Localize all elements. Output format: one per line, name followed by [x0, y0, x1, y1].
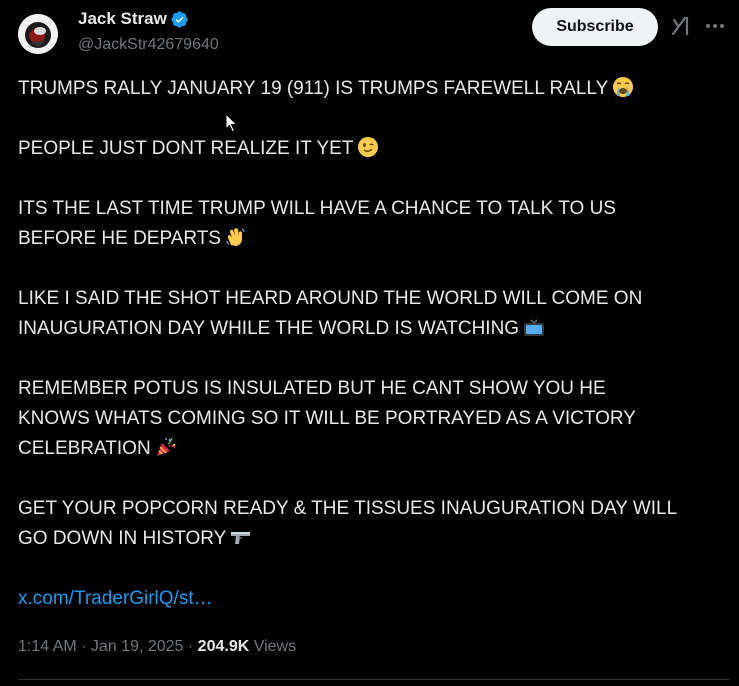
tweet-line: REMEMBER POTUS IS INSULATED BUT HE CANT … [18, 378, 606, 399]
tweet-line: INAUGURATION DAY WHILE THE WORLD IS WATC… [18, 318, 520, 339]
verified-badge-icon[interactable] [170, 10, 189, 29]
tweet-link-paragraph: x.com/TraderGirlQ/st… [18, 584, 730, 614]
quoted-link[interactable]: x.com/TraderGirlQ/st… [18, 588, 213, 609]
tweet-paragraph-2: PEOPLE JUST DONT REALIZE IT YET [18, 134, 730, 164]
waving-hand-icon [225, 226, 247, 248]
tweet-meta: 1:14 AM · Jan 19, 2025 · 204.9K Views [18, 636, 296, 658]
more-horizontal-icon[interactable] [703, 14, 727, 38]
television-icon [523, 316, 545, 338]
tweet-paragraph-4: LIKE I SAID THE SHOT HEARD AROUND THE WO… [18, 284, 730, 344]
tweet-line: PEOPLE JUST DONT REALIZE IT YET [18, 138, 354, 159]
tweet-paragraph-6: GET YOUR POPCORN READY & THE TISSUES INA… [18, 494, 730, 554]
tweet-line: BEFORE HE DEPARTS [18, 228, 222, 249]
views-label: Views [253, 638, 297, 655]
tweet-time[interactable]: 1:14 AM [18, 638, 77, 655]
tweet-line: LIKE I SAID THE SHOT HEARD AROUND THE WO… [18, 288, 643, 309]
views-count: 204.9K [197, 638, 250, 655]
winking-face-icon [357, 136, 379, 158]
handle[interactable]: @JackStr42679640 [78, 34, 219, 56]
display-name[interactable]: Jack Straw [78, 8, 167, 30]
author-block: Jack Straw @JackStr42679640 [78, 8, 219, 56]
tweet-paragraph-1: TRUMPS RALLY JANUARY 19 (911) IS TRUMPS … [18, 74, 730, 104]
tweet-line: CELEBRATION [18, 438, 151, 459]
tweet-date[interactable]: Jan 19, 2025 [91, 638, 184, 655]
avatar[interactable] [18, 14, 58, 54]
tweet: Jack Straw @JackStr42679640 Subscribe TR… [0, 0, 739, 686]
pistol-icon [230, 526, 252, 548]
meta-separator: · [76, 638, 91, 655]
mouse-cursor-icon [225, 112, 239, 134]
meta-separator: · [183, 638, 198, 655]
tweet-header: Jack Straw @JackStr42679640 Subscribe [18, 8, 733, 54]
tweet-line: GET YOUR POPCORN READY & THE TISSUES INA… [18, 498, 678, 519]
loudly-crying-face-icon [612, 76, 634, 98]
tweet-text: TRUMPS RALLY JANUARY 19 (911) IS TRUMPS … [18, 74, 730, 614]
party-popper-icon [155, 436, 177, 458]
tweet-line: ITS THE LAST TIME TRUMP WILL HAVE A CHAN… [18, 198, 616, 219]
tweet-line: TRUMPS RALLY JANUARY 19 (911) IS TRUMPS … [18, 78, 609, 99]
divider [18, 679, 730, 680]
tweet-line: GO DOWN IN HISTORY [18, 528, 227, 549]
tweet-line: KNOWS WHATS COMING SO IT WILL BE PORTRAY… [18, 408, 636, 429]
subscribe-button[interactable]: Subscribe [532, 8, 658, 46]
grok-icon[interactable] [669, 14, 693, 38]
tweet-paragraph-5: REMEMBER POTUS IS INSULATED BUT HE CANT … [18, 374, 730, 464]
tweet-paragraph-3: ITS THE LAST TIME TRUMP WILL HAVE A CHAN… [18, 194, 730, 254]
